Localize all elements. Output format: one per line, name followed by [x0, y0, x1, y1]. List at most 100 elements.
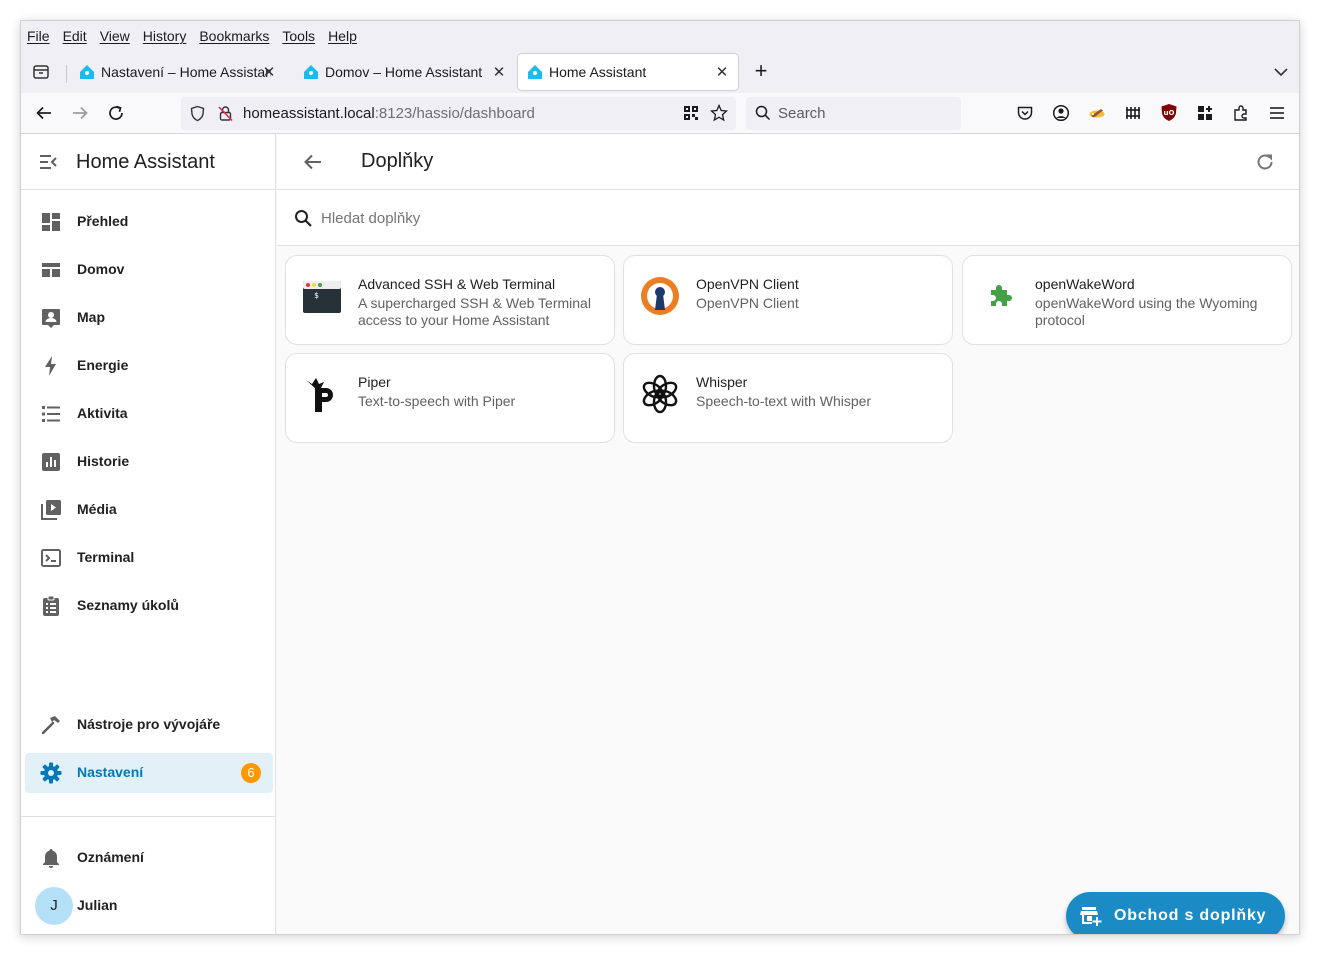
menu-help[interactable]: Help [328, 28, 357, 44]
search-icon [295, 210, 312, 227]
addon-description: A supercharged SSH & Web Terminal access… [358, 295, 591, 328]
sidebar-item-settings[interactable]: Nastavení 6 [25, 753, 273, 793]
menu-open-icon[interactable] [38, 152, 58, 172]
back-icon[interactable] [33, 102, 55, 124]
sidebar-item-domov[interactable]: Domov [25, 250, 273, 290]
sidebar-item-aktivita[interactable]: Aktivita [25, 394, 273, 434]
format-list-icon [42, 406, 60, 422]
piper-icon [306, 378, 333, 412]
sidebar-item-label: Oznámení [77, 849, 144, 865]
map-account-icon [42, 309, 60, 328]
back-arrow-icon[interactable] [303, 152, 323, 172]
sidebar-item-label: Terminal [77, 549, 135, 565]
pocket-icon[interactable] [1016, 104, 1034, 122]
play-box-multiple-icon [41, 500, 61, 520]
menu-tools[interactable]: Tools [282, 28, 315, 44]
sidebar-item-prehled[interactable]: Přehled [25, 202, 273, 242]
menu-edit[interactable]: Edit [63, 28, 87, 44]
main-panel: Doplňky $ Advanced SSH & Web Terminal A … [277, 134, 1299, 934]
menu-bookmarks[interactable]: Bookmarks [199, 28, 269, 44]
openvpn-icon [641, 277, 679, 315]
extension-pen-icon[interactable] [1088, 104, 1106, 122]
sidebar-item-label: Seznamy úkolů [77, 597, 179, 613]
sidebar-item-profile[interactable]: J Julian [25, 886, 273, 926]
sidebar-item-notifications[interactable]: Oznámení [25, 838, 273, 878]
addon-description: Text-to-speech with Piper [358, 393, 516, 409]
sidebar-item-media[interactable]: Média [25, 490, 273, 530]
bookmark-star-icon[interactable] [710, 104, 728, 122]
url-path: :8123/hassio/dashboard [374, 105, 535, 122]
sidebar-title: Home Assistant [76, 151, 215, 173]
addon-card-piper[interactable]: Piper Text-to-speech with Piper [285, 353, 615, 443]
addon-description: OpenVPN Client [696, 295, 799, 311]
close-tab-icon[interactable]: ✕ [714, 63, 730, 81]
view-dashboard-icon [42, 263, 60, 277]
insecure-lock-icon[interactable] [217, 105, 234, 122]
tab-overview-icon[interactable] [31, 62, 51, 82]
addon-store-button[interactable]: Obchod s doplňky [1066, 892, 1285, 934]
extension-grid-icon[interactable] [1124, 104, 1142, 122]
sidebar-item-terminal[interactable]: Terminal [25, 538, 273, 578]
home-assistant-app: Home Assistant Přehled Domov Map Energie… [21, 134, 1299, 934]
tab-settings[interactable]: Nastavení – Home Assistan ✕ [67, 54, 285, 90]
svg-text:$: $ [314, 291, 319, 300]
qr-code-icon[interactable] [683, 105, 699, 121]
search-input[interactable] [321, 206, 921, 230]
addon-card-advanced-ssh[interactable]: $ Advanced SSH & Web Terminal A supercha… [285, 255, 615, 345]
new-tab-icon[interactable]: + [750, 60, 772, 83]
sidebar-item-label: Média [77, 501, 117, 517]
menu-history[interactable]: History [143, 28, 187, 44]
tab-title: Domov – Home Assistant [325, 64, 483, 80]
console-icon [41, 549, 61, 567]
sidebar-item-label: Přehled [77, 213, 129, 229]
sidebar-item-label: Nástroje pro vývojáře [77, 716, 221, 732]
sidebar-item-historie[interactable]: Historie [25, 442, 273, 482]
addon-name: openWakeWord [1035, 276, 1135, 292]
url-bar[interactable]: homeassistant.local:8123/hassio/dashboar… [181, 97, 736, 130]
sidebar-item-seznamy-ukolu[interactable]: Seznamy úkolů [25, 586, 273, 626]
sidebar-item-developer-tools[interactable]: Nástroje pro vývojáře [25, 705, 273, 745]
list-all-tabs-icon[interactable] [1271, 62, 1291, 82]
menu-view[interactable]: View [100, 28, 130, 44]
search-filter [277, 190, 1299, 246]
puzzle-icon [991, 285, 1012, 306]
close-tab-icon[interactable]: ✕ [261, 63, 277, 81]
extensions-puzzle-icon[interactable] [1232, 104, 1250, 122]
shield-icon[interactable] [189, 105, 206, 122]
menu-file[interactable]: File [27, 28, 50, 44]
addon-name: Piper [358, 374, 391, 390]
addon-description: Speech-to-text with Whisper [696, 393, 872, 409]
home-assistant-favicon-icon [304, 65, 318, 79]
search-placeholder: Search [778, 105, 826, 122]
sidebar-item-label: Nastavení [77, 764, 144, 780]
addon-card-openwakeword[interactable]: openWakeWord openWakeWord using the Wyom… [962, 255, 1292, 345]
addon-description: openWakeWord using the Wyoming protocol [1035, 295, 1258, 328]
sidebar: Home Assistant Přehled Domov Map Energie… [21, 134, 276, 934]
hamburger-menu-icon[interactable] [1268, 104, 1286, 122]
home-assistant-favicon-icon [528, 65, 542, 79]
search-bar[interactable]: Search [746, 97, 961, 130]
addon-card-whisper[interactable]: Whisper Speech-to-text with Whisper [623, 353, 953, 443]
account-icon[interactable] [1052, 104, 1070, 122]
addon-card-openvpn[interactable]: OpenVPN Client OpenVPN Client [623, 255, 953, 345]
extension-dashboard-icon[interactable] [1196, 104, 1214, 122]
tab-domov[interactable]: Domov – Home Assistant ✕ [291, 54, 515, 90]
addon-name: Advanced SSH & Web Terminal [358, 276, 556, 292]
sidebar-item-label: Aktivita [77, 405, 128, 421]
close-tab-icon[interactable]: ✕ [491, 63, 507, 81]
search-icon [755, 105, 771, 121]
tab-bar: Nastavení – Home Assistan ✕ Domov – Home… [21, 51, 1299, 93]
reload-icon[interactable] [105, 102, 127, 124]
ublock-origin-icon[interactable]: uO [1160, 103, 1178, 122]
sidebar-item-label: Domov [77, 261, 125, 277]
sidebar-item-energie[interactable]: Energie [25, 346, 273, 386]
forward-icon[interactable] [69, 102, 91, 124]
svg-text:uO: uO [1164, 109, 1175, 117]
browser-window: File Edit View History Bookmarks Tools H… [20, 20, 1300, 935]
openai-icon [642, 374, 678, 414]
tab-home-assistant[interactable]: Home Assistant ✕ [518, 54, 738, 90]
settings-notification-badge: 6 [241, 763, 261, 783]
sidebar-item-map[interactable]: Map [25, 298, 273, 338]
refresh-icon[interactable] [1255, 152, 1275, 172]
clipboard-list-icon [43, 595, 59, 616]
